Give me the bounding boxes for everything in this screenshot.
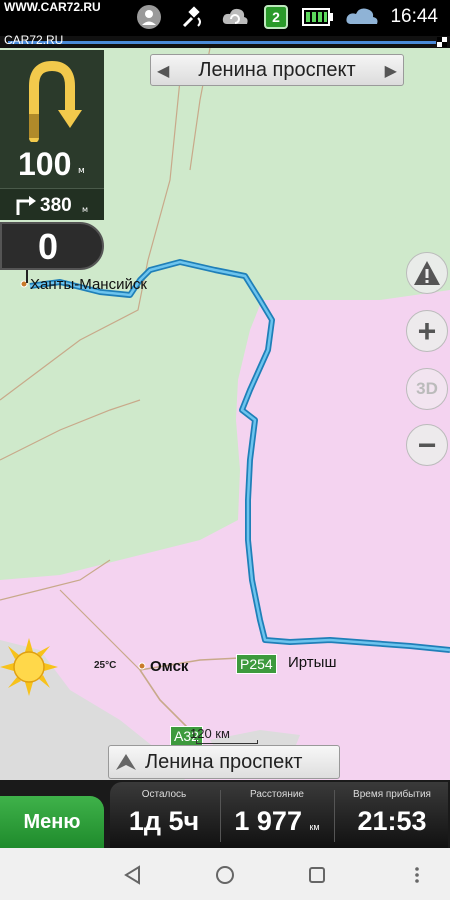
city-label-irtysh: Иртыш [288, 654, 337, 671]
home-icon [216, 866, 234, 884]
notification-badge: 2 [264, 4, 288, 30]
road-shield-p254: Р254 [236, 654, 277, 674]
satellite-icon [180, 4, 206, 30]
plus-icon: + [417, 312, 437, 349]
recents-icon [309, 867, 325, 883]
menu-button[interactable]: Меню [0, 796, 104, 848]
arrival-caption: Время прибытия [353, 789, 431, 800]
back-button[interactable] [118, 860, 148, 890]
view-3d-button[interactable]: 3D [406, 368, 448, 410]
distance-cell: Расстояние 1 977 км [222, 782, 332, 848]
sun-weather-icon [0, 638, 58, 696]
status-bar: WWW.CAR72.RU 2 16:44 [0, 0, 450, 36]
next-turn-distance: 380 [40, 195, 72, 216]
weather-temperature: 25°C [94, 660, 117, 671]
view-3d-label: 3D [416, 379, 438, 398]
navigation-arrow-icon [116, 754, 136, 770]
map-scale-label: 120 км [190, 726, 230, 741]
clock: 16:44 [390, 6, 438, 27]
arrow-right-icon: ▶ [384, 60, 397, 80]
city-label-omsk: Омск [150, 658, 189, 675]
warning-icon [414, 261, 440, 285]
zoom-in-button[interactable]: + [406, 310, 448, 352]
home-button[interactable] [210, 860, 240, 890]
sync-cloud-icon [220, 4, 250, 30]
arrival-value: 21:53 [357, 806, 427, 836]
weather-cloud-icon [344, 4, 380, 30]
arrow-left-icon: ◀ [157, 60, 170, 80]
divider [220, 790, 221, 842]
system-navigation-bar [0, 848, 450, 900]
arrival-time-cell: Время прибытия 21:53 [336, 782, 448, 848]
next-turn-row: 380 м [0, 188, 104, 220]
current-street-banner[interactable]: Ленина проспект [108, 745, 340, 779]
finish-flag-icon [437, 37, 447, 47]
back-icon [124, 865, 140, 885]
city-label-khanty: Ханты-Мансийск [30, 276, 147, 293]
next-street-name: Ленина проспект [198, 58, 356, 81]
more-options-button[interactable] [402, 860, 432, 890]
more-vertical-icon [415, 867, 419, 883]
map-scale-bar [196, 740, 258, 744]
minus-icon: − [417, 426, 437, 463]
watermark: WWW.CAR72.RU [4, 0, 101, 14]
zoom-out-button[interactable]: − [406, 424, 448, 466]
remaining-time-cell: Осталось 1д 5ч [110, 782, 218, 848]
gps-pin-icon [136, 4, 162, 30]
trip-info-panel[interactable]: Осталось 1д 5ч Расстояние 1 977 км Время… [110, 782, 448, 848]
distance-caption: Расстояние [249, 789, 304, 800]
distance-value: 1 977 [234, 806, 302, 836]
current-speed: 0 [38, 226, 59, 267]
watermark-secondary: CAR72.RU [4, 33, 64, 47]
turn-distance: 100 [18, 146, 72, 182]
next-street-banner[interactable]: ◀ Ленина проспект ▶ [150, 54, 404, 86]
route-progress-track [8, 41, 436, 44]
battery-icon [302, 4, 334, 30]
route-progress [0, 36, 450, 48]
distance-unit: км [309, 822, 320, 832]
turn-instruction-panel[interactable]: 100 м 380 м [0, 50, 104, 220]
turn-distance-unit: м [78, 166, 85, 176]
remaining-value: 1д 5ч [128, 806, 200, 836]
warning-button[interactable] [406, 252, 448, 294]
recents-button[interactable] [302, 860, 332, 890]
u-turn-icon [29, 60, 82, 142]
turn-right-icon [16, 196, 36, 215]
remaining-caption: Осталось [141, 789, 187, 800]
current-street-name: Ленина проспект [145, 750, 303, 773]
divider [334, 790, 335, 842]
speedometer: 0 [0, 222, 104, 270]
next-turn-unit: м [82, 205, 89, 214]
